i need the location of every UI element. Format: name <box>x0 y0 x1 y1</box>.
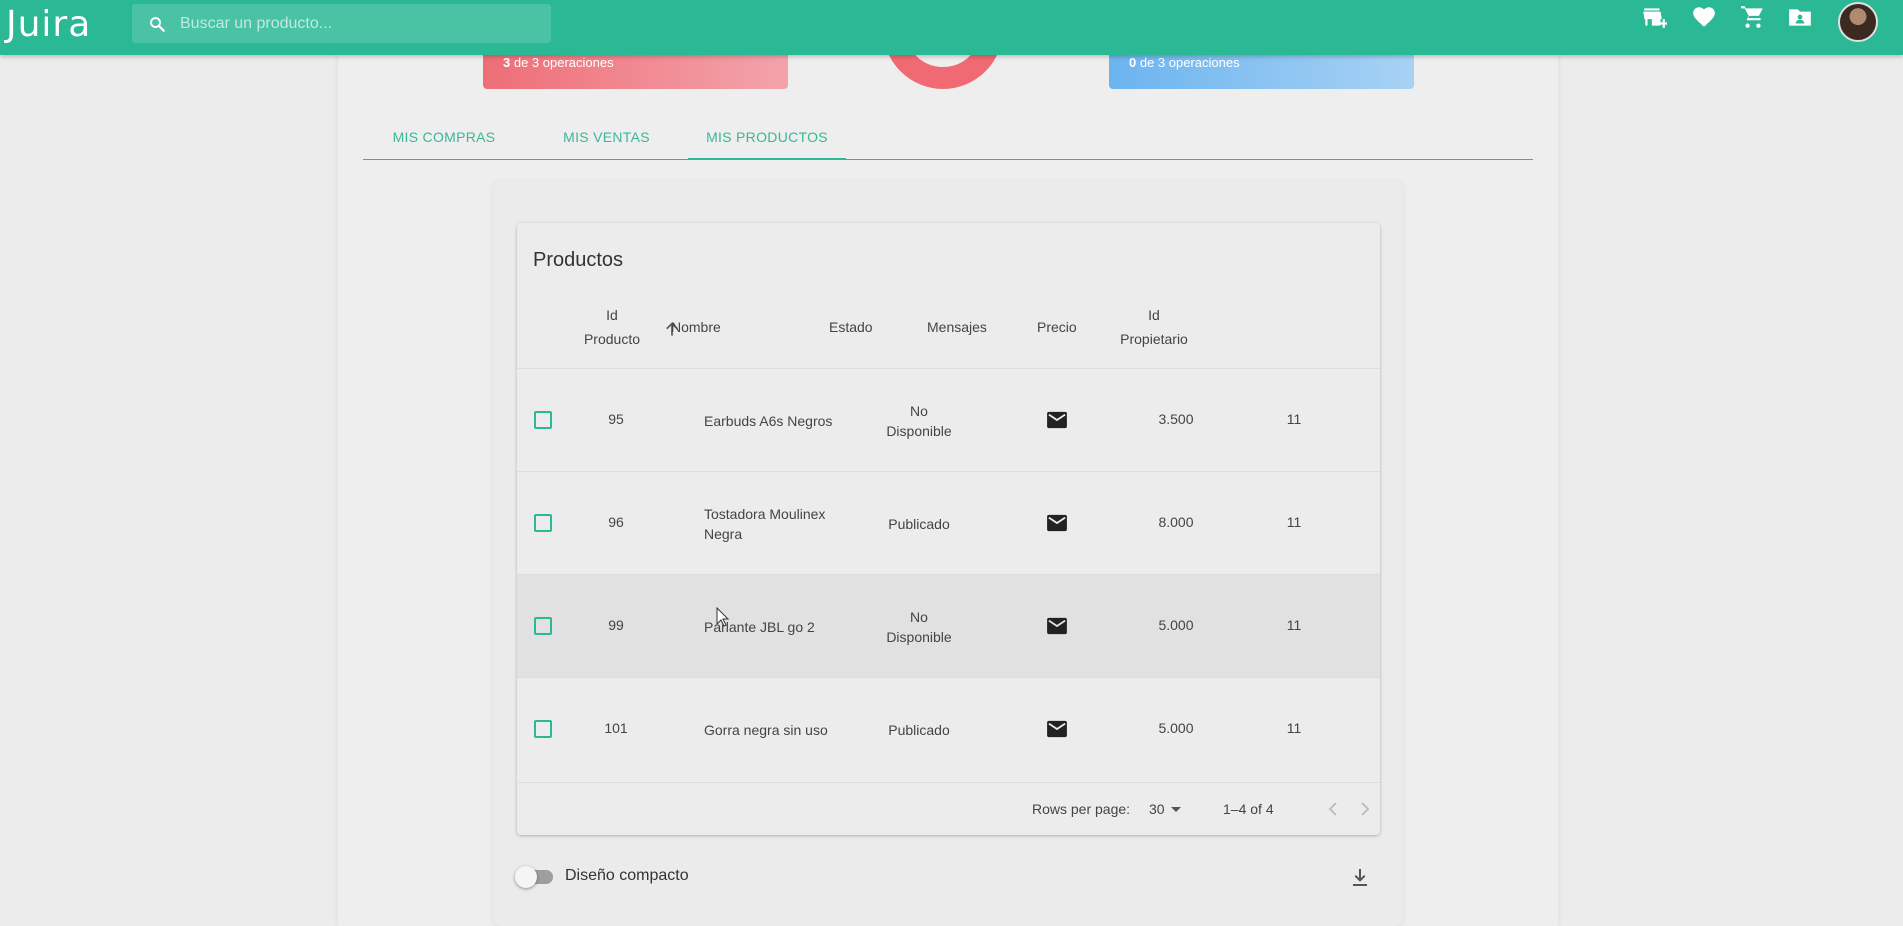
cell-estado-line2: Disponible <box>886 629 952 645</box>
stat-card-blue: 0 de 3 operaciones <box>1109 55 1414 89</box>
tab-mis-productos[interactable]: MIS PRODUCTOS <box>688 112 846 160</box>
cell-estado-line2: Disponible <box>886 423 952 439</box>
stat-suffix-right: de 3 operaciones <box>1136 55 1240 70</box>
search-icon <box>150 17 165 32</box>
column-header-id-producto[interactable]: Id Producto <box>572 303 652 351</box>
table-row[interactable]: 96 Tostadora Moulinex Negra Publicado 8.0… <box>517 471 1380 574</box>
table-title: Productos <box>533 249 624 271</box>
heart-icon[interactable] <box>1691 4 1717 30</box>
tab-mis-compras[interactable]: MIS COMPRAS <box>363 112 525 160</box>
cell-estado: No Disponible <box>869 401 969 441</box>
cell-estado: No Disponible <box>869 607 969 647</box>
column-header-mensajes[interactable]: Mensajes <box>927 315 987 339</box>
cell-nombre-line1: Tostadora Moulinex <box>704 506 826 522</box>
column-header-nombre[interactable]: Nombre <box>671 315 721 339</box>
tab-bar: MIS COMPRAS MIS VENTAS MIS PRODUCTOS <box>363 112 1533 160</box>
cell-nombre-line1: Gorra negra sin uso <box>704 722 828 738</box>
stat-text-right: 0 de 3 operaciones <box>1129 55 1240 70</box>
pagination-footer: Rows per page: 30 1–4 of 4 <box>517 782 1380 835</box>
tab-mis-ventas[interactable]: MIS VENTAS <box>525 112 688 160</box>
row-checkbox[interactable] <box>534 617 552 635</box>
cell-precio: 8.000 <box>1158 514 1194 530</box>
header-id-line1: Id <box>606 307 618 323</box>
cell-owner: 11 <box>1286 617 1302 633</box>
cell-nombre: Earbuds A6s Negros <box>704 411 832 431</box>
cart-icon[interactable] <box>1740 4 1766 30</box>
cell-id: 99 <box>608 617 624 633</box>
stat-suffix-left: de 3 operaciones <box>510 55 614 70</box>
chevron-left-icon[interactable] <box>1321 797 1345 821</box>
stat-card-red: 3 de 3 operaciones <box>483 55 788 89</box>
products-table: Productos Id Producto Nombre Estado Mens… <box>517 223 1380 835</box>
cell-estado-line1: Publicado <box>888 516 950 532</box>
main-container: 3 de 3 operaciones 0 de 3 operaciones MI… <box>338 9 1558 926</box>
contacts-folder-icon[interactable] <box>1787 4 1813 30</box>
compact-toggle-label: Diseño compacto <box>565 867 689 884</box>
header-id-line2: Producto <box>583 331 641 347</box>
avatar[interactable] <box>1838 2 1878 42</box>
top-app-bar: Juira <box>0 0 1903 55</box>
products-panel: Productos Id Producto Nombre Estado Mens… <box>493 181 1403 926</box>
chevron-right-icon[interactable] <box>1353 797 1377 821</box>
mail-icon[interactable] <box>1046 411 1068 429</box>
cell-owner: 11 <box>1286 720 1302 736</box>
cell-nombre: Gorra negra sin uso <box>704 720 828 740</box>
row-checkbox[interactable] <box>534 411 552 429</box>
mail-icon[interactable] <box>1046 514 1068 532</box>
cell-precio: 5.000 <box>1158 720 1194 736</box>
app-logo[interactable]: Juira <box>6 4 91 45</box>
table-row[interactable]: 101 Gorra negra sin uso Publicado 5.000 … <box>517 677 1380 782</box>
store-add-icon[interactable] <box>1641 4 1667 30</box>
cell-owner: 11 <box>1286 514 1302 530</box>
rows-per-page-select[interactable]: 30 <box>1149 801 1165 817</box>
search-box[interactable] <box>132 4 551 43</box>
column-header-precio[interactable]: Precio <box>1037 315 1077 339</box>
row-checkbox[interactable] <box>534 720 552 738</box>
header-owner-line2: Propietario <box>1120 331 1188 347</box>
cell-id: 101 <box>604 720 628 736</box>
stat-text-left: 3 de 3 operaciones <box>503 55 614 70</box>
search-input[interactable] <box>180 4 540 43</box>
cell-id: 95 <box>608 411 624 427</box>
cell-estado: Publicado <box>869 514 969 534</box>
cell-estado-line1: No <box>910 609 928 625</box>
mouse-cursor-icon <box>716 607 730 627</box>
cell-nombre-line1: Earbuds A6s Negros <box>704 413 833 429</box>
cell-nombre-line2: Negra <box>704 526 743 542</box>
row-checkbox[interactable] <box>534 514 552 532</box>
cell-owner: 11 <box>1286 411 1302 427</box>
dropdown-caret-icon[interactable] <box>1171 807 1181 812</box>
cell-nombre: Tostadora Moulinex Negra <box>704 504 825 544</box>
cell-precio: 5.000 <box>1158 617 1194 633</box>
pagination-range: 1–4 of 4 <box>1223 801 1274 817</box>
column-header-estado[interactable]: Estado <box>829 315 873 339</box>
cell-estado: Publicado <box>869 720 969 740</box>
compact-toggle[interactable] <box>515 866 537 888</box>
table-row[interactable]: 95 Earbuds A6s Negros No Disponible 3.500… <box>517 368 1380 471</box>
rows-per-page-label: Rows per page: <box>1032 801 1131 817</box>
download-icon[interactable] <box>1348 866 1372 890</box>
mail-icon[interactable] <box>1046 617 1068 635</box>
header-owner-line1: Id <box>1148 307 1160 323</box>
cell-precio: 3.500 <box>1158 411 1194 427</box>
table-row[interactable]: 99 Parlante JBL go 2 No Disponible 5.000 … <box>517 574 1380 677</box>
cell-estado-line1: Publicado <box>888 722 950 738</box>
mail-icon[interactable] <box>1046 720 1068 738</box>
column-header-id-propietario[interactable]: Id Propietario <box>1109 303 1199 351</box>
cell-estado-line1: No <box>910 403 928 419</box>
cell-id: 96 <box>608 514 624 530</box>
